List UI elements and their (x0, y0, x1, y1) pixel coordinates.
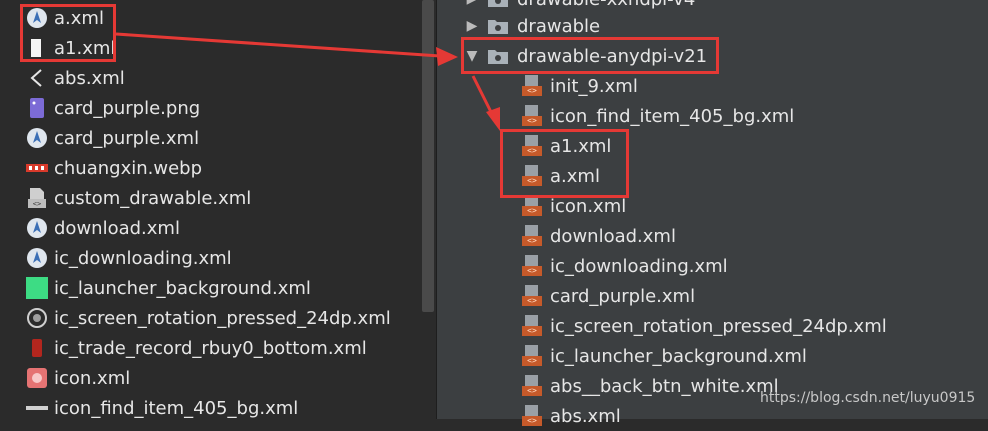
xml-file-icon: <> (26, 187, 48, 209)
highlight-box-right-files (500, 129, 629, 198)
left-file-card-purple-png[interactable]: card_purple.png (26, 93, 200, 123)
left-file-ic-launcher-background-xml[interactable]: ic_launcher_background.xml (26, 273, 311, 303)
xml-file-icon: <> (522, 345, 544, 367)
file-label: ic_launcher_background.xml (550, 345, 807, 367)
folder-label: drawable (517, 15, 601, 37)
xml-file-icon: <> (522, 315, 544, 337)
tree-file-abs-back-btn-white[interactable]: <> abs__back_btn_white.xml (522, 371, 779, 401)
file-label: abs.xml (550, 405, 621, 427)
compass-drawable-icon (26, 247, 48, 269)
left-file-card-purple-xml[interactable]: card_purple.xml (26, 123, 199, 153)
left-file-label: ic_launcher_background.xml (54, 277, 311, 299)
file-label: download.xml (550, 225, 676, 247)
left-file-download-xml[interactable]: download.xml (26, 213, 180, 243)
left-scrollbar[interactable] (422, 0, 434, 312)
highlight-box-left-files (20, 4, 116, 62)
xml-file-icon: <> (522, 285, 544, 307)
left-file-icon-xml[interactable]: icon.xml (26, 363, 130, 393)
left-file-label: chuangxin.webp (54, 157, 203, 179)
left-file-label: card_purple.png (54, 97, 201, 119)
file-label: abs__back_btn_white.xml (550, 375, 779, 397)
left-file-label: card_purple.xml (54, 127, 200, 149)
folder-label: drawable-xxhdpi-v4 (517, 0, 695, 10)
rotation-circle-icon (26, 307, 48, 329)
left-file-label: icon_find_item_405_bg.xml (54, 397, 299, 419)
left-file-ic-downloading-xml[interactable]: ic_downloading.xml (26, 243, 232, 273)
webp-strip-icon (26, 157, 48, 179)
watermark-text: https://blog.csdn.net/luyu0915 (760, 390, 976, 406)
purple-image-icon (26, 97, 48, 119)
green-square-icon (26, 277, 48, 299)
xml-file-icon: <> (522, 405, 544, 427)
xml-file-icon: <> (522, 195, 544, 217)
left-file-label: download.xml (54, 217, 180, 239)
svg-text:<>: <> (33, 200, 41, 208)
compass-drawable-icon (26, 217, 48, 239)
collapsed-caret-icon: ▶ (466, 18, 478, 34)
left-file-label: abs.xml (54, 67, 125, 89)
xml-file-icon: <> (522, 375, 544, 397)
tree-file-ic-launcher-background[interactable]: <> ic_launcher_background.xml (522, 341, 807, 371)
xml-file-icon: <> (522, 225, 544, 247)
tree-file-icon-find-item[interactable]: <> icon_find_item_405_bg.xml (522, 101, 794, 131)
red-image-icon (26, 367, 48, 389)
file-label: card_purple.xml (550, 285, 696, 307)
left-file-label: custom_drawable.xml (54, 187, 252, 209)
folder-icon (488, 20, 508, 34)
xml-file-icon: <> (522, 105, 544, 127)
left-file-label: ic_screen_rotation_pressed_24dp.xml (54, 307, 391, 329)
tree-file-download[interactable]: <> download.xml (522, 221, 676, 251)
file-label: icon.xml (550, 195, 627, 217)
folder-icon (488, 0, 508, 7)
left-file-ic-screen-rotation-xml[interactable]: ic_screen_rotation_pressed_24dp.xml (26, 303, 391, 333)
left-file-chuangxin-webp[interactable]: chuangxin.webp (26, 153, 202, 183)
file-label: ic_screen_rotation_pressed_24dp.xml (550, 315, 887, 337)
tree-file-init-9[interactable]: <> init_9.xml (522, 71, 638, 101)
highlight-box-folder (461, 37, 719, 74)
tree-file-card-purple[interactable]: <> card_purple.xml (522, 281, 695, 311)
collapsed-caret-icon: ▶ (465, 0, 479, 7)
left-file-label: ic_trade_record_rbuy0_bottom.xml (54, 337, 367, 359)
tree-file-ic-downloading[interactable]: <> ic_downloading.xml (522, 251, 728, 281)
file-label: icon_find_item_405_bg.xml (550, 105, 795, 127)
left-file-ic-trade-record-xml[interactable]: ic_trade_record_rbuy0_bottom.xml (26, 333, 367, 363)
tree-file-abs[interactable]: <> abs.xml (522, 401, 621, 431)
file-label: init_9.xml (550, 75, 638, 97)
left-file-label: ic_downloading.xml (54, 247, 232, 269)
left-file-list: a.xml a1.xml abs.xml card_purple.png car… (0, 0, 436, 419)
left-file-abs-xml[interactable]: abs.xml (26, 63, 125, 93)
xml-file-icon: <> (522, 75, 544, 97)
red-doc-icon (26, 337, 48, 359)
compass-drawable-icon (26, 127, 48, 149)
tree-file-ic-screen-rotation[interactable]: <> ic_screen_rotation_pressed_24dp.xml (522, 311, 887, 341)
left-file-label: icon.xml (54, 367, 131, 389)
back-arrow-icon (26, 67, 48, 89)
gray-bar-icon (26, 397, 48, 419)
file-label: ic_downloading.xml (550, 255, 728, 277)
left-file-custom-drawable-xml[interactable]: <> custom_drawable.xml (26, 183, 251, 213)
xml-file-icon: <> (522, 255, 544, 277)
